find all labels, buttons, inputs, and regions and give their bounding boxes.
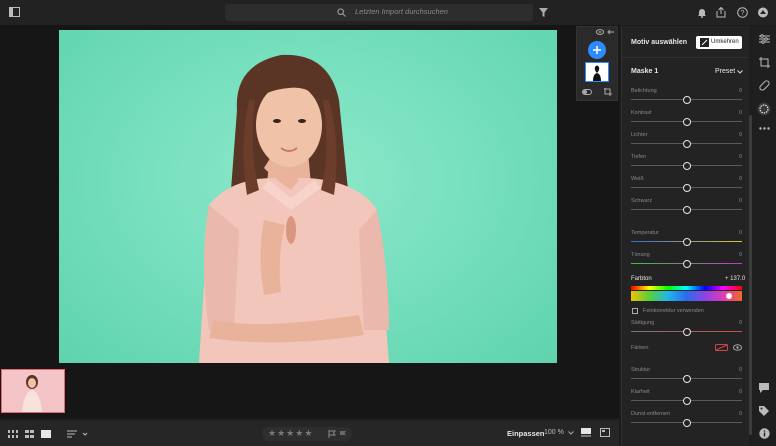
edit-sliders-icon[interactable] [759,34,770,44]
fine-adjust-checkbox[interactable] [632,308,638,314]
slider-label-sliders_top: Lichter [631,132,648,138]
mask-mini-panel [576,26,618,101]
slider-value-saturation[interactable]: 0 [739,320,742,326]
slider-value-sliders_bottom[interactable]: 0 [739,389,742,395]
stars-row: ★ ★ ★ ★ ★ [268,428,313,439]
toggle-icon[interactable] [582,89,592,95]
slider-value-sliders_top[interactable]: 0 [739,132,742,138]
slider-label-saturation: Sättigung [631,320,655,326]
info-view-icon[interactable] [600,428,610,437]
help-icon[interactable]: ? [737,7,748,18]
single-view-icon[interactable] [41,430,51,438]
slider-thumb[interactable] [682,259,691,268]
filmstrip [0,366,619,418]
star-icon[interactable]: ★ [268,428,276,439]
cloud-icon[interactable] [757,7,769,18]
slider-value-sliders_top[interactable]: 0 [739,198,742,204]
more-icon[interactable] [759,127,770,130]
slider-label-sliders_bottom: Dunst entfernen [631,411,671,417]
flag-icon[interactable] [328,430,336,438]
slider-value-sliders_color[interactable]: 0 [739,230,742,236]
slider-thumb[interactable] [682,374,691,383]
mask-thumbnail[interactable] [585,62,609,82]
compare-icon[interactable] [581,428,591,437]
slider-value-sliders_bottom[interactable]: 0 [739,367,742,373]
slider-value-sliders_top[interactable]: 0 [739,110,742,116]
slider-value-sliders_color[interactable]: 0 [739,252,742,258]
bell-icon[interactable] [697,7,707,18]
slider-thumb[interactable] [682,161,691,170]
grid-icon[interactable] [8,430,18,438]
tag-icon[interactable] [759,406,769,416]
slider-label-sliders_top: Belichtung [631,88,657,94]
sort-icon[interactable] [67,430,89,438]
slider-thumb[interactable] [682,327,691,336]
square-grid-icon[interactable] [25,430,34,438]
slider-label-sliders_bottom: Struktur [631,367,651,373]
slider-label-sliders_top: Kontrast [631,110,652,116]
lightroom-window: Letzten Import durchsuchen ? ★ ★ ★ ★ ★ E… [0,0,776,446]
crop-icon[interactable] [604,88,612,96]
tone-sliders: Belichtung 0 Kontrast 0 Lichter 0 Tiefen 0 Weiß 0… [622,26,750,446]
reject-flag-icon[interactable] [339,430,347,438]
slider-thumb[interactable] [682,117,691,126]
masking-icon[interactable] [757,102,771,116]
panel-toggle-icon[interactable] [9,7,20,17]
filmstrip-thumbnail[interactable] [1,369,65,413]
comment-icon[interactable] [759,383,769,393]
slider-label-sliders_color: Tönung [631,252,650,258]
star-icon[interactable]: ★ [277,428,285,439]
slider-value-sliders_top[interactable]: 0 [739,88,742,94]
star-rating[interactable]: ★ ★ ★ ★ ★ [262,427,352,441]
slider-thumb[interactable] [682,95,691,104]
hue-value[interactable]: + 137.0 [725,276,745,282]
info-icon[interactable] [759,428,770,439]
color-swatch[interactable] [715,344,728,351]
slider-label-sliders_color: Temperatur [631,230,659,236]
search-icon [337,8,346,17]
search-placeholder: Letzten Import durchsuchen [355,7,448,16]
colors-label: Färben [631,345,649,351]
slider-label-sliders_top: Weiß [631,176,644,182]
chevron-down-icon[interactable] [568,431,574,435]
slider-thumb[interactable] [682,139,691,148]
hue-spectrum [631,286,742,290]
eye-icon[interactable] [596,29,604,35]
crop-tool-icon[interactable] [759,57,770,68]
hue-label: Farbton [631,276,652,282]
scrollbar-thumb[interactable] [749,115,752,435]
svg-text:?: ? [741,10,745,17]
arrow-left-icon[interactable] [607,29,615,35]
star-icon[interactable]: ★ [304,428,312,439]
slider-value-sliders_top[interactable]: 0 [739,154,742,160]
star-icon[interactable]: ★ [286,428,294,439]
hue-slider-thumb[interactable] [725,293,732,299]
slider-thumb[interactable] [682,205,691,214]
fit-button[interactable]: Einpassen [507,429,545,438]
slider-thumb[interactable] [682,183,691,192]
slider-thumb[interactable] [682,418,691,427]
fine-adjust-label: Feinkorrektur verwenden [643,308,704,314]
search-input[interactable]: Letzten Import durchsuchen [225,4,533,21]
zoom-level[interactable]: 100 % [544,429,564,436]
slider-thumb[interactable] [682,237,691,246]
slider-thumb[interactable] [682,396,691,405]
star-icon[interactable]: ★ [295,428,303,439]
slider-label-sliders_top: Tiefen [631,154,647,160]
top-bar: Letzten Import durchsuchen ? [0,0,776,25]
plus-icon[interactable] [588,41,606,59]
share-icon[interactable] [716,7,726,18]
main-photo[interactable] [59,30,557,363]
eye-icon[interactable] [733,344,742,351]
hue-slider[interactable] [631,291,742,301]
masking-panel: Motiv auswählen Umkehren Maske 1 Preset … [621,26,750,446]
healing-icon[interactable] [759,80,770,91]
slider-label-sliders_top: Schwarz [631,198,653,204]
filter-icon[interactable] [539,8,548,17]
slider-label-sliders_bottom: Klarheit [631,389,650,395]
tool-strip [753,26,776,446]
slider-value-sliders_top[interactable]: 0 [739,176,742,182]
slider-value-sliders_bottom[interactable]: 0 [739,411,742,417]
